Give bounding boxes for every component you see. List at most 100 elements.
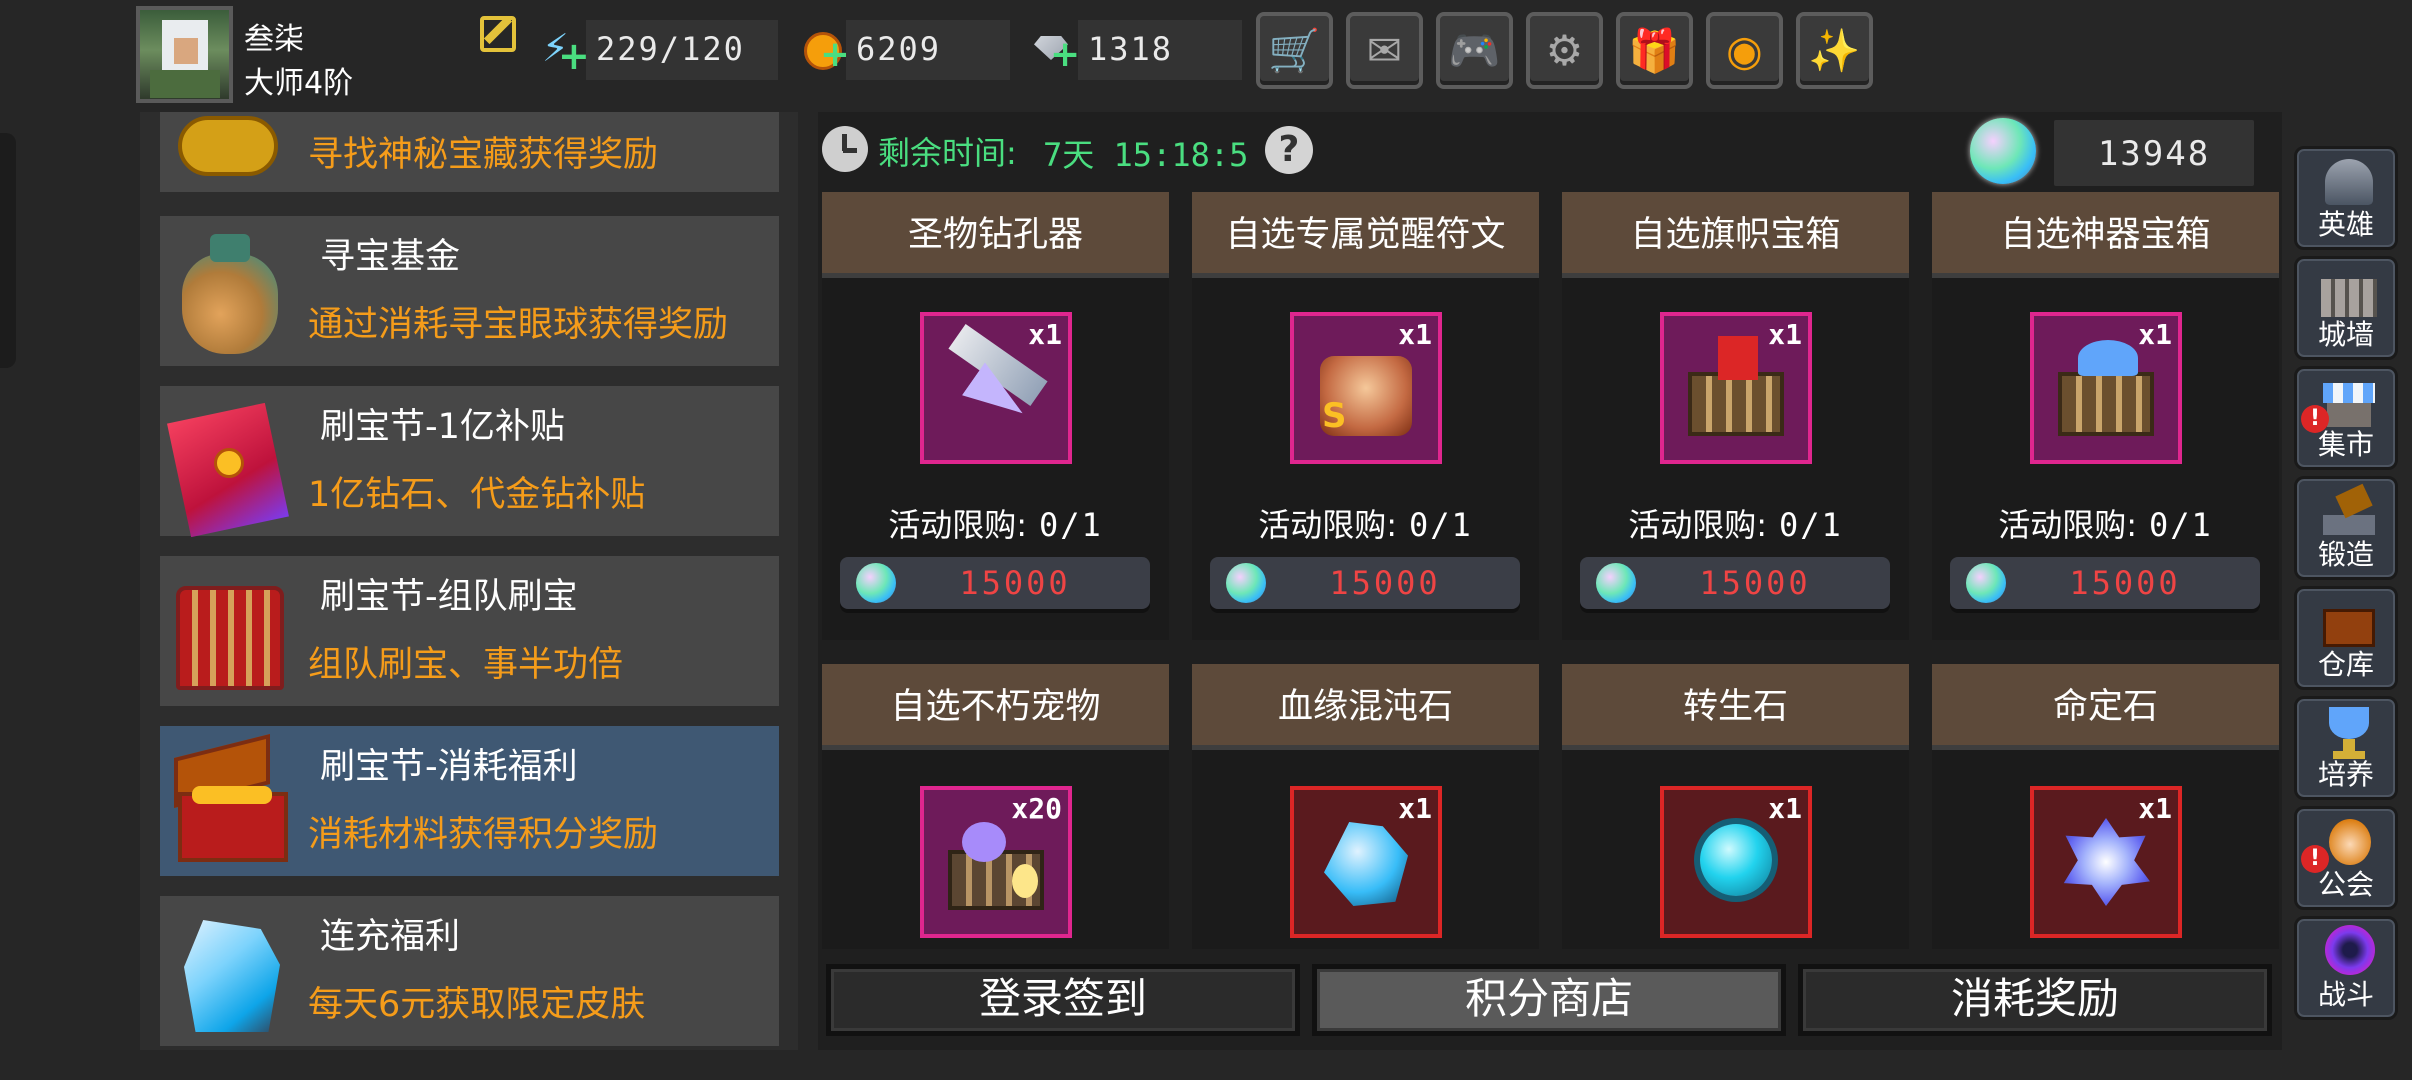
nav-cultivate[interactable]: 培养: [2294, 696, 2398, 800]
shop-cart-button[interactable]: 🛒: [1256, 12, 1333, 89]
buy-button[interactable]: 15000: [1210, 557, 1520, 609]
item-slot[interactable]: x1: [1660, 786, 1812, 938]
item-price: 15000: [1329, 564, 1441, 602]
item-qty: x20: [1011, 792, 1062, 825]
nav-market[interactable]: ! 集市: [2294, 366, 2398, 470]
ice-crystal-icon: [168, 906, 288, 1036]
limit-label: 活动限购:: [888, 506, 1027, 544]
tab-points-shop[interactable]: 积分商店: [1312, 964, 1786, 1036]
settings-button[interactable]: ⚙: [1526, 12, 1603, 89]
item-qty: x1: [1398, 792, 1432, 825]
nav-label: 培养: [2317, 758, 2374, 791]
item-name: 自选专属觉醒符文: [1225, 215, 1506, 255]
help-icon[interactable]: ?: [1265, 126, 1313, 174]
buy-button[interactable]: 15000: [1950, 557, 2260, 609]
shop-item-card[interactable]: 血缘混沌石 x1: [1192, 664, 1539, 949]
game-screen: 叁柒 大师4阶 229/120 6209 1318 🛒 ✉ 🎮 ⚙ 🎁 ◉ ✨ …: [0, 0, 2412, 1080]
nav-guild[interactable]: ! 公会: [2294, 806, 2398, 910]
event-item-treasure-hunt[interactable]: 寻找神秘宝藏获得奖励: [160, 112, 779, 192]
event-item-treasure-fund[interactable]: 寻宝基金 通过消耗寻宝眼球获得奖励: [160, 216, 779, 366]
tab-label: 登录签到: [978, 974, 1147, 1023]
shop-item-card[interactable]: 圣物钻孔器 x1 活动限购: 0/1 15000: [822, 192, 1169, 640]
item-slot[interactable]: S x1: [1290, 312, 1442, 464]
item-slot[interactable]: x1: [1290, 786, 1442, 938]
event-item-consume-welfare[interactable]: 刷宝节-消耗福利 消耗材料获得积分奖励: [160, 726, 779, 876]
nav-label: 城墙: [2317, 318, 2374, 351]
limit-count: 0/1: [1409, 506, 1473, 544]
settings-gear-icon: ⚙: [1545, 25, 1584, 75]
gold-value: 6209: [856, 30, 942, 68]
buy-button[interactable]: 15000: [840, 557, 1150, 609]
edit-name-icon[interactable]: [480, 16, 516, 52]
tab-login-checkin[interactable]: 登录签到: [826, 964, 1300, 1036]
gamepad-button[interactable]: 🎮: [1436, 12, 1513, 89]
event-list[interactable]: 寻找神秘宝藏获得奖励 寻宝基金 通过消耗寻宝眼球获得奖励 刷宝节-1亿补贴 1亿…: [140, 112, 798, 1050]
limit-label: 活动限购:: [1258, 506, 1397, 544]
timer-value: 7天 15:18:5: [1043, 136, 1249, 174]
shop-item-card[interactable]: 自选不朽宠物 x20: [822, 664, 1169, 949]
nav-warehouse[interactable]: 仓库: [2294, 586, 2398, 690]
event-desc: 通过消耗寻宝眼球获得奖励: [308, 305, 729, 345]
mail-icon: ✉: [1366, 25, 1403, 75]
limit-label: 活动限购:: [1998, 506, 2137, 544]
player-avatar[interactable]: [136, 6, 233, 103]
nav-label: 锻造: [2317, 538, 2374, 571]
item-slot[interactable]: x1: [2030, 312, 2182, 464]
item-name: 自选不朽宠物: [890, 687, 1101, 727]
gift-button[interactable]: 🎁: [1616, 12, 1693, 89]
gem-add-icon[interactable]: [1030, 28, 1080, 75]
item-slot[interactable]: x20: [920, 786, 1072, 938]
nav-label: 战斗: [2317, 978, 2374, 1011]
limit-count: 0/1: [1779, 506, 1843, 544]
purchase-limit: 活动限购: 0/1: [1562, 500, 1909, 546]
event-desc: 1亿钻石、代金钻补贴: [308, 475, 646, 515]
item-qty: x1: [2138, 318, 2172, 351]
timer-label: 剩余时间:: [878, 134, 1017, 172]
mail-button[interactable]: ✉: [1346, 12, 1423, 89]
item-name: 自选神器宝箱: [2000, 215, 2211, 255]
buy-button[interactable]: 15000: [1580, 557, 1890, 609]
purchase-limit: 活动限购: 0/1: [1192, 500, 1539, 546]
event-title: 寻宝基金: [320, 237, 461, 277]
nav-battle[interactable]: 战斗: [2294, 916, 2398, 1020]
item-name: 命定石: [2052, 687, 2158, 727]
energy-add-icon[interactable]: [540, 26, 590, 78]
nav-hero[interactable]: 英雄: [2294, 146, 2398, 250]
nav-forge[interactable]: 锻造: [2294, 476, 2398, 580]
side-drawer-handle[interactable]: [0, 133, 16, 368]
gold-add-icon[interactable]: [800, 28, 850, 75]
event-title: 刷宝节-1亿补贴: [320, 407, 565, 447]
item-slot[interactable]: x1: [1660, 312, 1812, 464]
player-rank: 大师4阶: [244, 66, 354, 101]
limit-label: 活动限购:: [1628, 506, 1767, 544]
item-price: 15000: [959, 564, 1071, 602]
event-desc: 每天6元获取限定皮肤: [308, 985, 646, 1025]
fireworks-button[interactable]: ✨: [1796, 12, 1873, 89]
item-price: 15000: [1699, 564, 1811, 602]
gold-counter: 6209: [846, 20, 1010, 80]
item-name: 血缘混沌石: [1277, 687, 1453, 727]
points-value: 13948: [2097, 134, 2211, 174]
shop-item-card[interactable]: 命定石 x1: [1932, 664, 2279, 949]
fireworks-icon: ✨: [1808, 25, 1861, 75]
tab-consume-rewards[interactable]: 消耗奖励: [1798, 964, 2272, 1036]
event-item-recharge-welfare[interactable]: 连充福利 每天6元获取限定皮肤: [160, 896, 779, 1046]
shop-item-card[interactable]: 转生石 x1: [1562, 664, 1909, 949]
player-name: 叁柒: [244, 22, 304, 57]
event-item-team-farming[interactable]: 刷宝节-组队刷宝 组队刷宝、事半功倍: [160, 556, 779, 706]
shop-item-card[interactable]: 自选神器宝箱 x1 活动限购: 0/1 15000: [1932, 192, 2279, 640]
nav-label: 仓库: [2317, 648, 2374, 681]
tab-label: 消耗奖励: [1950, 974, 2119, 1023]
item-slot[interactable]: x1: [920, 312, 1072, 464]
color-wheel-button[interactable]: ◉: [1706, 12, 1783, 89]
gem-counter: 1318: [1078, 20, 1242, 80]
event-item-subsidy[interactable]: 刷宝节-1亿补贴 1亿钻石、代金钻补贴: [160, 386, 779, 538]
event-desc: 消耗材料获得积分奖励: [308, 815, 659, 855]
shop-cart-icon: 🛒: [1268, 25, 1321, 75]
shop-item-card[interactable]: 自选旗帜宝箱 x1 活动限购: 0/1 15000: [1562, 192, 1909, 640]
red-chest-icon: [168, 566, 288, 696]
open-chest-icon: [168, 734, 288, 866]
nav-city-wall[interactable]: 城墙: [2294, 256, 2398, 360]
shop-item-card[interactable]: 自选专属觉醒符文 S x1 活动限购: 0/1 15000: [1192, 192, 1539, 640]
item-slot[interactable]: x1: [2030, 786, 2182, 938]
